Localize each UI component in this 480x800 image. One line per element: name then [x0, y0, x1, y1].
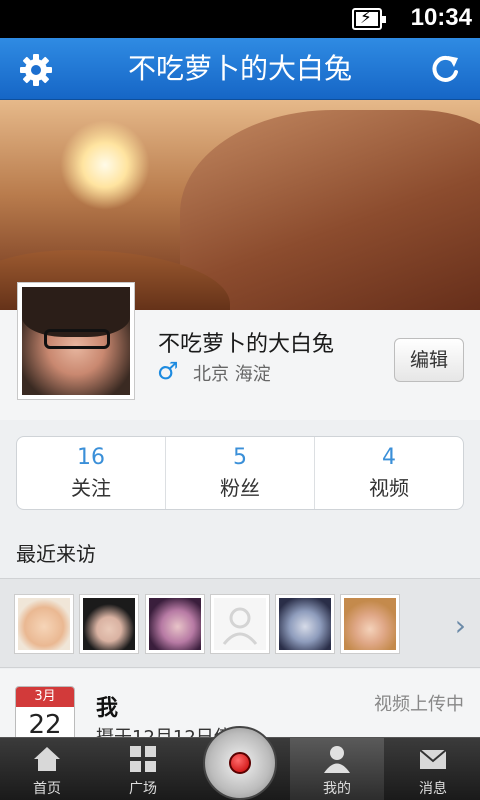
- location-text: 北京 海淀: [193, 364, 271, 385]
- tab-label: 消息: [419, 781, 447, 797]
- edit-profile-button[interactable]: 编辑: [394, 338, 464, 382]
- stat-value: 16: [77, 445, 105, 470]
- grid-icon: [130, 746, 156, 772]
- activity-author: 我: [96, 696, 119, 721]
- tab-label: 我的: [323, 781, 351, 797]
- status-time: 10:34: [410, 4, 472, 31]
- stat-followers[interactable]: 5 粉丝: [166, 437, 315, 509]
- visitor-avatar[interactable]: [145, 594, 205, 654]
- mail-icon: [419, 749, 447, 769]
- status-bar: ⚡ 10:34: [0, 0, 480, 38]
- stat-label: 视频: [369, 476, 409, 500]
- visitor-avatar[interactable]: [340, 594, 400, 654]
- tab-label: 广场: [129, 781, 157, 797]
- battery-icon: ⚡: [352, 8, 386, 30]
- gear-icon[interactable]: [18, 52, 54, 88]
- visitor-avatar[interactable]: [79, 594, 139, 654]
- tab-messages[interactable]: 消息: [386, 738, 480, 800]
- page-title: 不吃萝卜的大白兔: [127, 52, 352, 85]
- record-icon: [229, 752, 251, 774]
- calendar-month: 3月: [16, 687, 74, 707]
- recent-visitors-strip[interactable]: ›: [0, 578, 480, 668]
- stat-label: 粉丝: [220, 476, 260, 500]
- avatar[interactable]: [17, 282, 135, 400]
- tab-home[interactable]: 首页: [0, 738, 94, 800]
- stat-videos[interactable]: 4 视频: [315, 437, 463, 509]
- activity-status: 视频上传中: [374, 694, 464, 715]
- stat-value: 5: [233, 445, 247, 470]
- username: 不吃萝卜的大白兔: [158, 332, 335, 357]
- visitor-avatar-placeholder[interactable]: [210, 594, 270, 654]
- chevron-right-icon[interactable]: ›: [455, 609, 466, 642]
- stat-following[interactable]: 16 关注: [17, 437, 166, 509]
- tab-square[interactable]: 广场: [96, 738, 190, 800]
- stat-label: 关注: [71, 476, 111, 500]
- person-icon: [324, 746, 350, 773]
- refresh-icon[interactable]: [428, 52, 462, 86]
- home-icon: [34, 747, 60, 771]
- tab-label: 首页: [33, 781, 61, 797]
- record-button[interactable]: [203, 726, 277, 800]
- cover-photo: [0, 100, 480, 310]
- title-bar: 不吃萝卜的大白兔: [0, 38, 480, 100]
- tab-mine[interactable]: 我的: [290, 738, 384, 800]
- stat-value: 4: [382, 445, 396, 470]
- visitor-avatar[interactable]: [275, 594, 335, 654]
- male-gender-icon: ♂: [157, 357, 179, 385]
- visitor-avatar[interactable]: [14, 594, 74, 654]
- recent-visitors-title: 最近来访: [16, 542, 96, 566]
- stats-panel: 16 关注 5 粉丝 4 视频: [16, 436, 464, 510]
